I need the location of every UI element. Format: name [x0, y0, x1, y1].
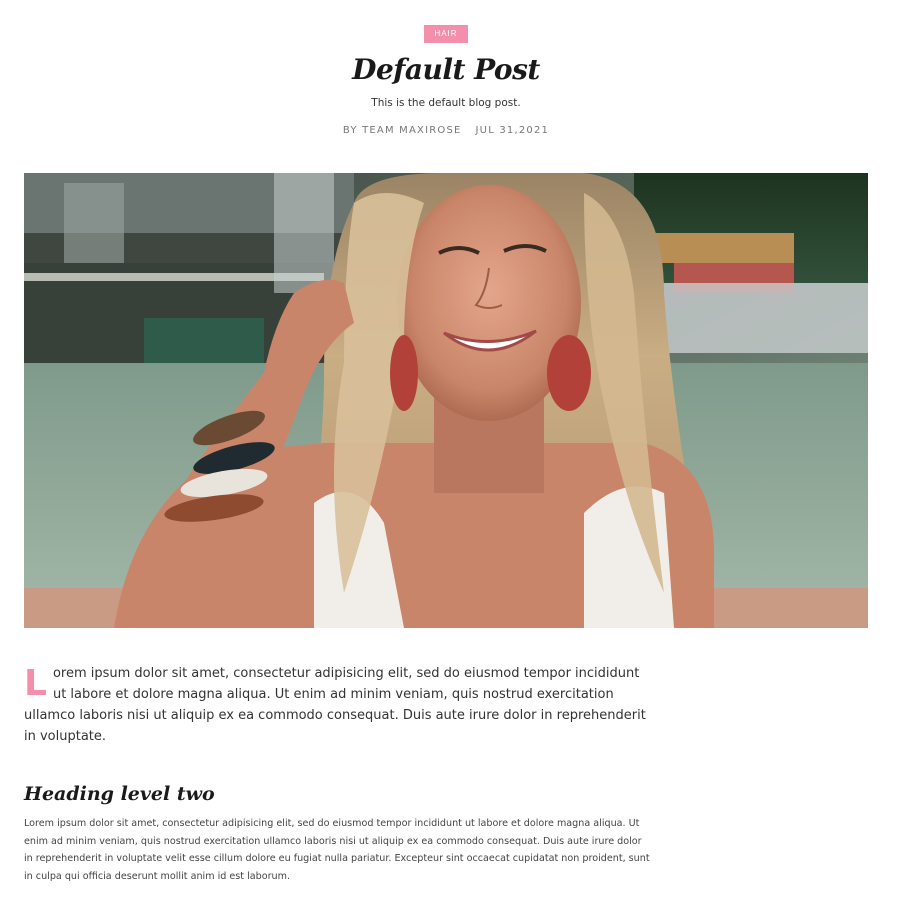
post-meta: BY TEAM MAXIROSE JUL 31,2021: [0, 123, 892, 139]
post-title: Default Post: [352, 53, 540, 86]
heading-level-two: Heading level two: [24, 783, 215, 805]
intro-paragraph: Lorem ipsum dolor sit amet, consectetur …: [24, 663, 652, 747]
intro-text: orem ipsum dolor sit amet, consectetur a…: [24, 666, 646, 744]
post-author[interactable]: BY TEAM MAXIROSE: [343, 125, 462, 136]
portrait-photo-icon: [24, 173, 868, 628]
drop-cap: L: [24, 663, 47, 704]
category-tag[interactable]: HAIR: [424, 25, 468, 43]
post-subtitle: This is the default blog post.: [371, 97, 521, 109]
post-date: JUL 31,2021: [475, 125, 550, 136]
body-paragraph: Lorem ipsum dolor sit amet, consectetur …: [24, 818, 650, 882]
hero-image: [24, 173, 868, 628]
